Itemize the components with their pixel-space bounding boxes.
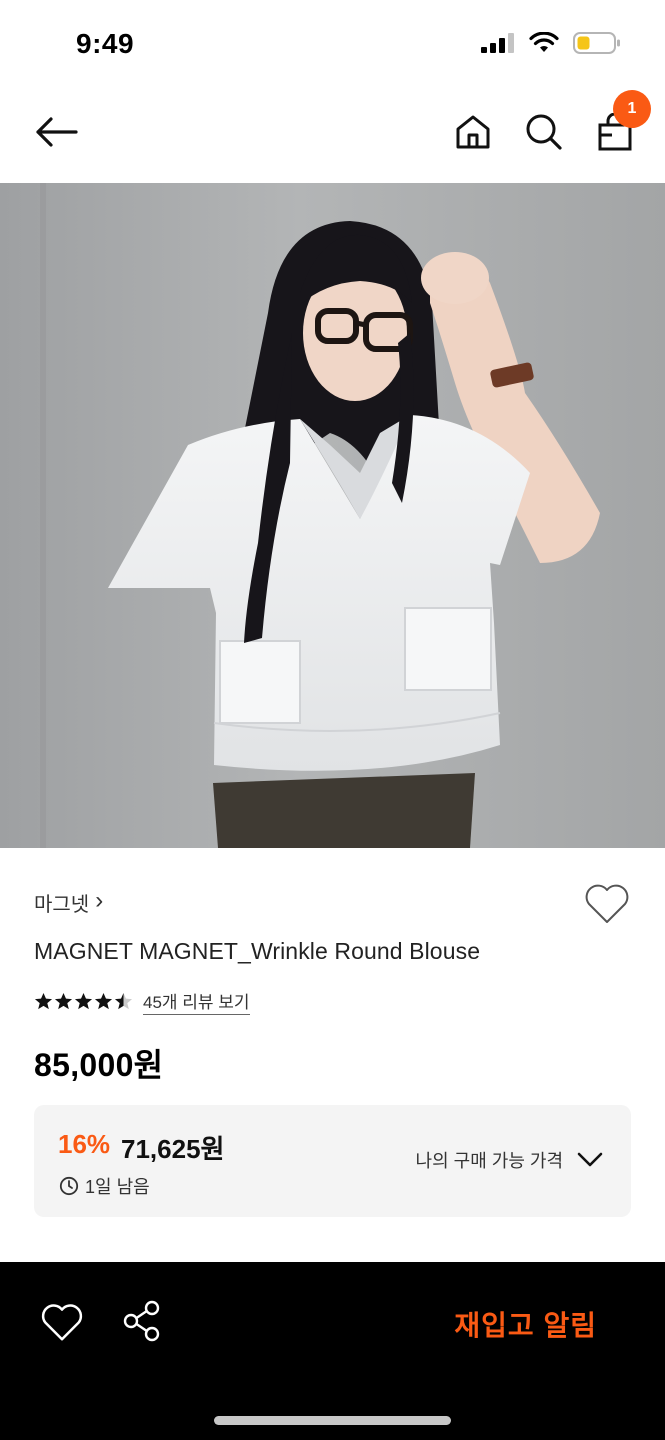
restock-alert-button[interactable]: 재입고 알림	[454, 1304, 597, 1344]
bottom-action-bar: 재입고 알림	[0, 1262, 665, 1440]
discount-price: 71,625원	[121, 1134, 225, 1164]
search-button[interactable]	[521, 108, 567, 156]
bottom-wishlist-button[interactable]	[40, 1302, 84, 1346]
status-bar: 9:49	[0, 0, 665, 90]
star-icon	[74, 992, 93, 1010]
discount-percent: 16%	[58, 1129, 111, 1159]
review-link[interactable]: 45개 리뷰 보기	[143, 988, 250, 1015]
product-price: 85,000원	[34, 1047, 164, 1083]
share-icon	[123, 1300, 160, 1342]
home-button[interactable]	[450, 108, 496, 156]
cellular-icon	[481, 33, 514, 53]
time-left-label: 1일 남음	[85, 1177, 150, 1197]
back-button[interactable]	[28, 108, 84, 156]
rating-row: 45개 리뷰 보기	[34, 988, 250, 1015]
brand-link[interactable]: 마그넷 ›	[34, 887, 104, 917]
status-icons	[481, 31, 621, 55]
search-icon	[526, 114, 562, 150]
star-icon	[54, 992, 73, 1010]
heart-icon	[41, 1304, 83, 1341]
home-indicator	[214, 1416, 451, 1425]
product-title: MAGNET MAGNET_Wrinkle Round Blouse	[34, 938, 481, 964]
chevron-right-icon: ›	[95, 887, 104, 914]
status-time: 9:49	[76, 28, 135, 59]
my-price-box[interactable]: 16% 71,625원 1일 남음 나의 구매 가능 가격	[34, 1105, 631, 1217]
battery-icon	[573, 32, 620, 54]
clock-icon	[59, 1176, 79, 1196]
my-price-toggle[interactable]: 나의 구매 가능 가격	[416, 1147, 603, 1173]
brand-name: 마그넷	[34, 894, 90, 916]
time-left: 1일 남음	[59, 1173, 150, 1199]
star-half-icon	[114, 992, 133, 1010]
wifi-icon	[529, 32, 559, 52]
product-photo	[0, 183, 665, 848]
star-icon	[34, 992, 53, 1010]
rating-stars	[34, 992, 133, 1011]
product-image[interactable]	[0, 183, 665, 848]
my-price-label: 나의 구매 가능 가격	[415, 1151, 563, 1171]
arrow-left-icon	[36, 117, 78, 147]
cart-count-badge: 1	[613, 90, 651, 128]
home-icon	[456, 115, 490, 149]
nav-bar	[0, 90, 665, 184]
heart-outline-icon	[585, 884, 629, 923]
wishlist-button[interactable]	[584, 882, 630, 926]
chevron-down-icon	[577, 1152, 603, 1167]
star-icon	[94, 992, 113, 1010]
share-button[interactable]	[122, 1300, 166, 1344]
